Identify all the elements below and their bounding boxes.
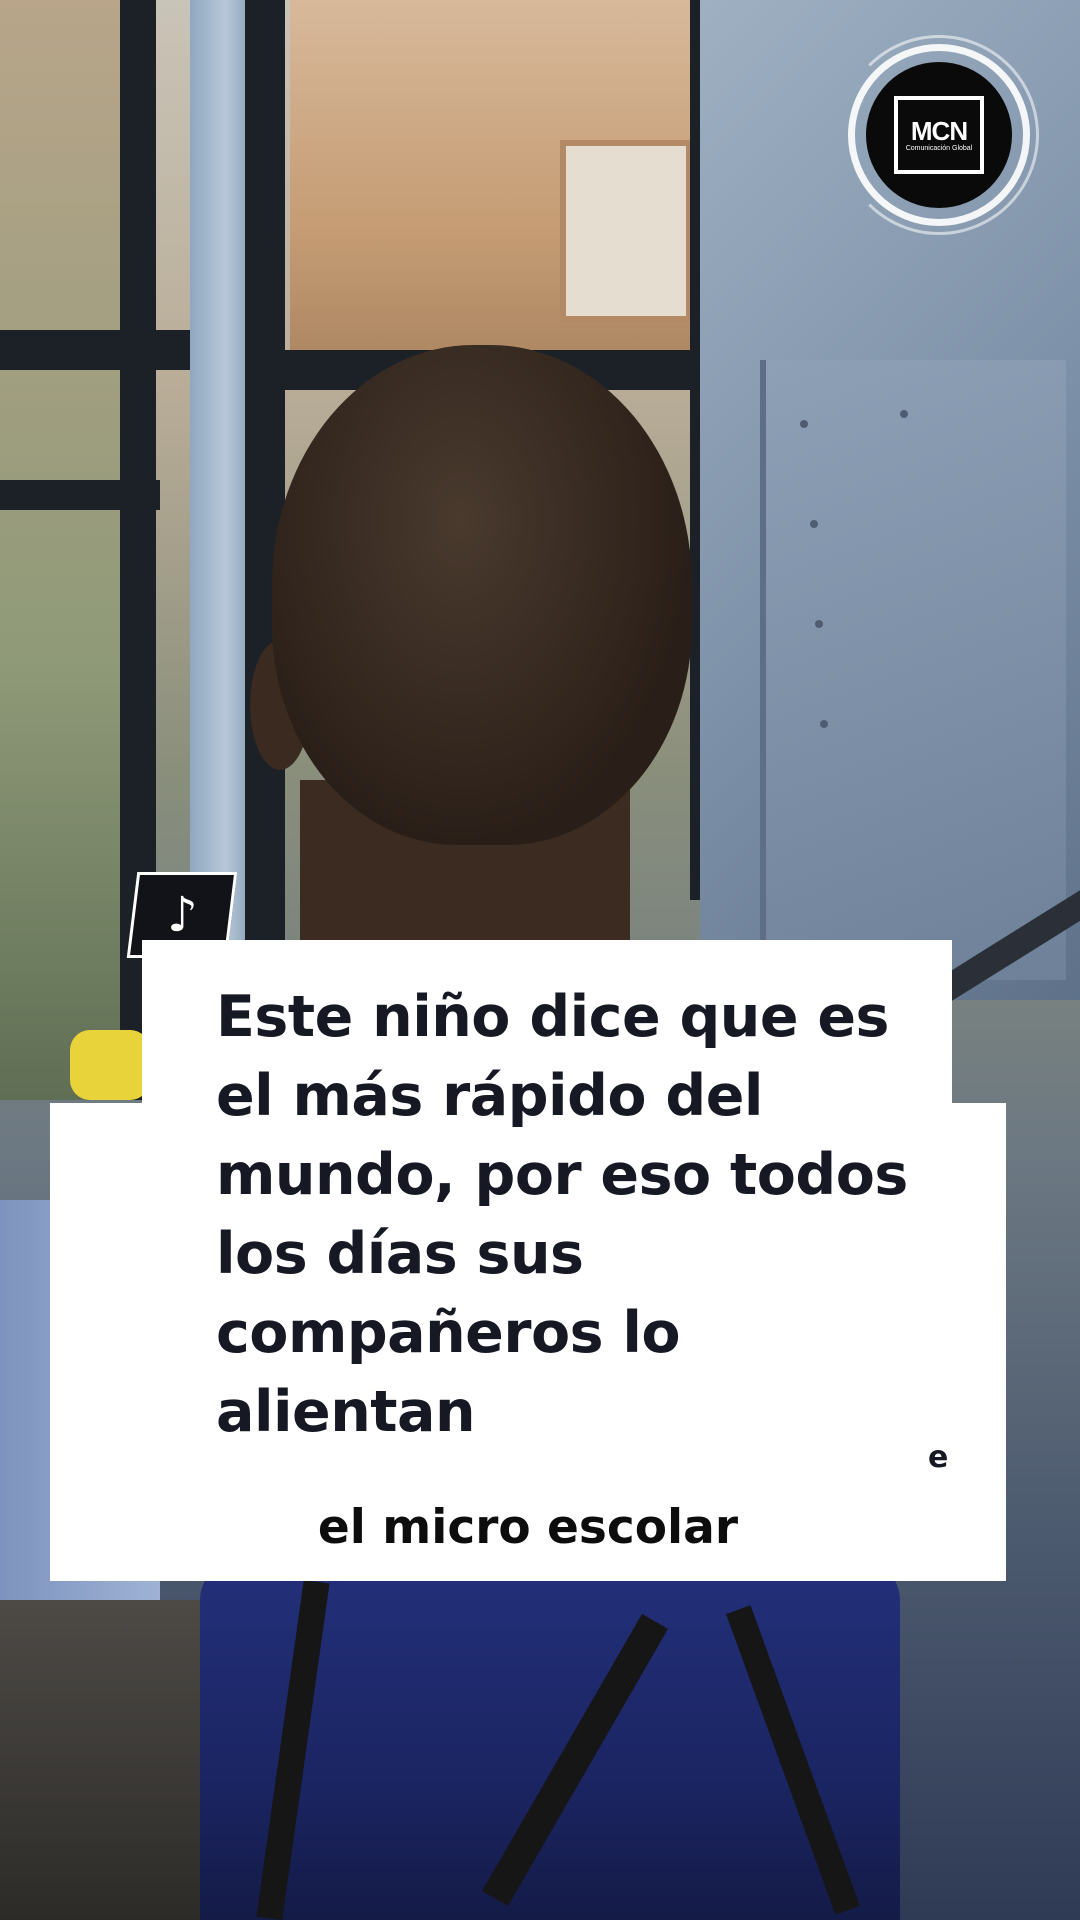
window-frame [0, 480, 160, 510]
logo-box: MCN Comunicación Global [894, 96, 984, 174]
child-head [272, 345, 692, 845]
rivet [810, 520, 818, 528]
tiktok-icon: ♪ [166, 887, 198, 943]
logo-disc: MCN Comunicación Global [866, 62, 1012, 208]
house-window [560, 140, 692, 322]
rivet [820, 720, 828, 728]
rivet [815, 620, 823, 628]
window-frame [245, 0, 285, 960]
yellow-vest [70, 1030, 150, 1100]
subtitle-text: el micro escolar [317, 1500, 739, 1555]
caption-stray-char: e [928, 1440, 949, 1475]
logo-sub-text: Comunicación Global [905, 144, 973, 152]
rivet [800, 420, 808, 428]
rivet [900, 410, 908, 418]
caption-text: Este niño dice que es el más rápido del … [216, 984, 908, 1445]
bus-window-left [0, 0, 120, 1100]
bus-door-panel [760, 360, 1066, 980]
mcn-logo: MCN Comunicación Global [839, 35, 1039, 235]
logo-main-text: MCN [910, 115, 968, 146]
